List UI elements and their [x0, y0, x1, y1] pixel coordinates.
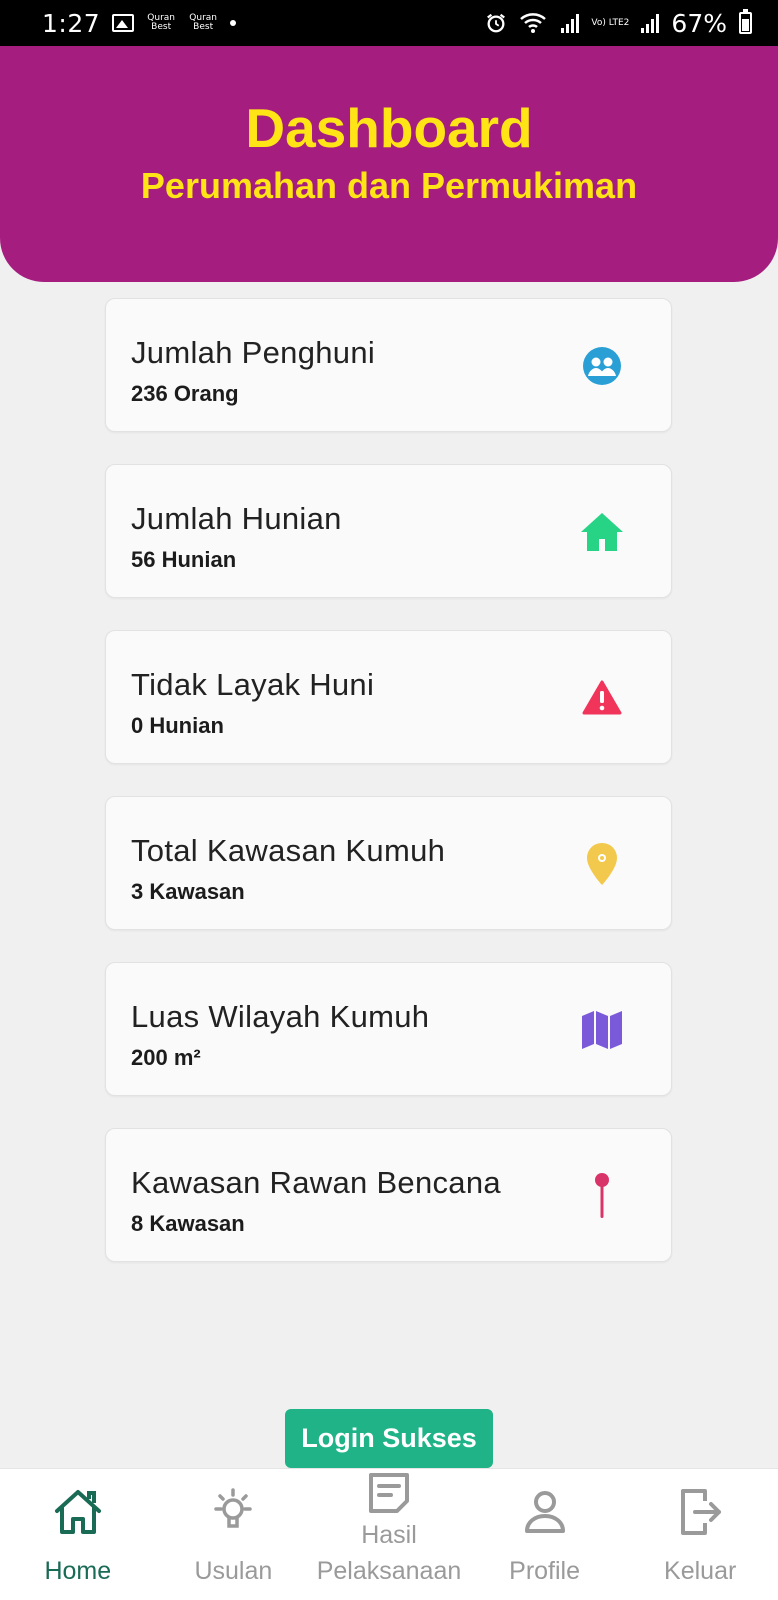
- nav-item-keluar[interactable]: Keluar: [622, 1469, 778, 1600]
- network-type: Vo) LTE2: [591, 18, 630, 28]
- card-value: 56 Hunian: [131, 547, 237, 572]
- status-bar: 1:27 Quran Best Quran Best Vo) LTE2 67%: [0, 0, 778, 46]
- wifi-icon: [520, 13, 547, 33]
- users-icon: [579, 343, 625, 389]
- card-title: Jumlah Penghuni: [131, 335, 376, 370]
- nav-label: Usulan: [194, 1557, 273, 1585]
- stats-card-list: Jumlah Penghuni 236 Orang Jumlah Hunian …: [105, 298, 672, 1294]
- nav-label-line-1: Hasil: [361, 1521, 417, 1549]
- notification-dot-icon: [230, 20, 237, 26]
- card-value: 200 m²: [131, 1045, 201, 1070]
- battery-percent: 67%: [671, 8, 727, 38]
- card-kawasan-rawan-bencana[interactable]: Kawasan Rawan Bencana 8 Kawasan: [105, 1128, 672, 1262]
- status-right: Vo) LTE2 67%: [485, 9, 752, 38]
- card-value: 236 Orang: [131, 381, 239, 406]
- map-pin-icon: [579, 1173, 625, 1219]
- signal-icon: [561, 13, 580, 33]
- nav-item-home[interactable]: Home: [0, 1469, 156, 1600]
- location-pin-icon: [579, 841, 625, 887]
- house-icon: [579, 509, 625, 555]
- card-luas-wilayah-kumuh[interactable]: Luas Wilayah Kumuh 200 m²: [105, 962, 672, 1096]
- nav-item-usulan[interactable]: Usulan: [156, 1469, 312, 1600]
- card-title: Kawasan Rawan Bencana: [131, 1165, 501, 1200]
- nav-label: Keluar: [664, 1557, 737, 1585]
- login-success-toast: Login Sukses: [285, 1409, 493, 1468]
- battery-icon: [739, 9, 752, 34]
- card-value: 8 Kawasan: [131, 1211, 245, 1236]
- card-title: Jumlah Hunian: [131, 501, 342, 536]
- card-jumlah-penghuni[interactable]: Jumlah Penghuni 236 Orang: [105, 298, 672, 432]
- alarm-icon: [487, 13, 506, 33]
- map-icon: [579, 1007, 625, 1053]
- lightbulb-icon: [214, 1488, 253, 1528]
- quran-app-icon: Quran Best: [189, 13, 217, 32]
- signal-icon-2: [641, 13, 660, 33]
- gallery-icon: [112, 14, 135, 32]
- dashboard-header: Dashboard Perumahan dan Permukiman: [0, 46, 778, 282]
- nav-item-profile[interactable]: Profile: [467, 1469, 623, 1600]
- page-title: Dashboard: [245, 97, 533, 159]
- nav-label: Profile: [509, 1557, 581, 1585]
- document-icon: [368, 1473, 409, 1513]
- card-value: 3 Kawasan: [131, 879, 245, 904]
- home-icon: [54, 1490, 101, 1534]
- bottom-nav: Home Usulan Hasil Pelaksanaan Profile Ke…: [0, 1468, 778, 1600]
- logout-icon: [681, 1489, 722, 1535]
- card-jumlah-hunian[interactable]: Jumlah Hunian 56 Hunian: [105, 464, 672, 598]
- nav-label: Home: [44, 1557, 112, 1585]
- card-title: Total Kawasan Kumuh: [131, 833, 446, 868]
- card-total-kawasan-kumuh[interactable]: Total Kawasan Kumuh 3 Kawasan: [105, 796, 672, 930]
- status-time: 1:27: [42, 8, 101, 38]
- page-subtitle: Perumahan dan Permukiman: [140, 165, 638, 206]
- warning-icon: [579, 675, 625, 721]
- card-value: 0 Hunian: [131, 713, 224, 738]
- nav-label-line-2: Pelaksanaan: [316, 1557, 462, 1585]
- person-icon: [524, 1491, 565, 1533]
- card-title: Tidak Layak Huni: [131, 667, 375, 702]
- card-tidak-layak-huni[interactable]: Tidak Layak Huni 0 Hunian: [105, 630, 672, 764]
- status-left: 1:27 Quran Best Quran Best: [42, 8, 237, 38]
- quran-app-icon: Quran Best: [147, 13, 175, 32]
- card-title: Luas Wilayah Kumuh: [131, 999, 430, 1034]
- nav-item-hasil-pelaksanaan[interactable]: Hasil Pelaksanaan: [311, 1469, 467, 1600]
